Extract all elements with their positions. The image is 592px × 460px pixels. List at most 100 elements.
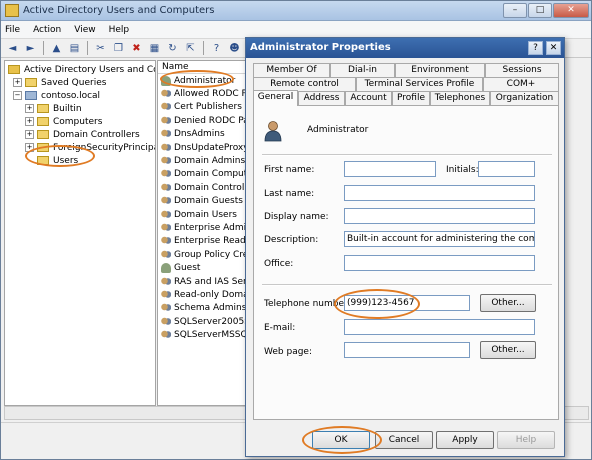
list-item[interactable]: Enterprise Admins (158, 221, 248, 234)
initials-field[interactable] (478, 161, 535, 177)
menu-view[interactable]: View (74, 25, 95, 35)
list-item-label: Cert Publishers (174, 102, 242, 113)
details-pane[interactable]: Name AdministratorAllowed RODC PasswCert… (157, 60, 249, 406)
office-field[interactable] (344, 255, 535, 271)
tree-item-label: Computers (53, 116, 103, 127)
expand-icon[interactable]: + (25, 130, 34, 139)
description-field[interactable]: Built-in account for administering the c… (344, 231, 535, 247)
display-name-field[interactable] (344, 208, 535, 224)
dialog-help-button[interactable]: ? (528, 41, 543, 55)
up-icon[interactable]: ▲ (49, 41, 64, 56)
list-item[interactable]: Domain Admins (158, 154, 248, 167)
list-item[interactable]: Domain Users (158, 208, 248, 221)
forward-icon[interactable]: ► (23, 41, 38, 56)
tab-member-of[interactable]: Member Of (253, 63, 330, 77)
export-icon[interactable]: ⇱ (183, 41, 198, 56)
list-item-label: Domain Controllers (174, 182, 248, 193)
delete-icon[interactable]: ✖ (129, 41, 144, 56)
cut-icon[interactable]: ✂ (93, 41, 108, 56)
minimize-button[interactable]: – (503, 3, 527, 18)
apply-button[interactable]: Apply (436, 431, 494, 449)
email-field[interactable] (344, 319, 535, 335)
menu-action[interactable]: Action (33, 25, 61, 35)
expand-icon[interactable]: + (25, 117, 34, 126)
tab-dial-in[interactable]: Dial-in (330, 63, 395, 77)
list-item[interactable]: Domain Guests (158, 195, 248, 208)
list-item[interactable]: Domain Controllers (158, 181, 248, 194)
list-item[interactable]: SQLServer2005SQL (158, 315, 248, 328)
maximize-button[interactable]: □ (528, 3, 552, 18)
tree-item-computers[interactable]: + Computers (25, 115, 102, 128)
user-icon (264, 121, 282, 142)
tab-organization[interactable]: Organization (490, 91, 559, 105)
group-icon (161, 156, 171, 167)
tab-environment[interactable]: Environment (395, 63, 485, 77)
collapse-icon[interactable]: − (13, 91, 22, 100)
back-icon[interactable]: ◄ (5, 41, 20, 56)
cancel-button[interactable]: Cancel (375, 431, 433, 449)
refresh-icon[interactable]: ↻ (165, 41, 180, 56)
group-icon (161, 303, 171, 314)
tree-item-label: Domain Controllers (53, 129, 140, 140)
tab-general[interactable]: General (253, 90, 298, 106)
list-item[interactable]: Group Policy Creato (158, 248, 248, 261)
first-name-field[interactable] (344, 161, 436, 177)
highlight-users (25, 145, 95, 167)
list-item[interactable]: Guest (158, 261, 248, 274)
help-icon[interactable]: ? (209, 41, 224, 56)
telephone-other-button[interactable]: Other... (480, 294, 536, 312)
aduc-app-icon (5, 4, 19, 17)
tab-terminal-services-profile[interactable]: Terminal Services Profile (356, 77, 483, 91)
tree-item-builtin[interactable]: + Builtin (25, 102, 82, 115)
group-icon (161, 102, 171, 113)
list-item-label: Allowed RODC Passw (174, 89, 248, 100)
close-button[interactable]: ✕ (553, 3, 589, 18)
list-item-label: Schema Admins (174, 303, 247, 314)
menu-help[interactable]: Help (109, 25, 130, 35)
list-item[interactable]: Denied RODC Passw (158, 114, 248, 127)
help-button[interactable]: Help (497, 431, 555, 449)
tab-sessions[interactable]: Sessions (485, 63, 559, 77)
properties-icon[interactable]: ▦ (147, 41, 162, 56)
webpage-other-button[interactable]: Other... (480, 341, 536, 359)
list-item[interactable]: Schema Admins (158, 302, 248, 315)
list-item[interactable]: Allowed RODC Passw (158, 87, 248, 100)
tree-item-domain-controllers[interactable]: + Domain Controllers (25, 128, 140, 141)
list-item[interactable]: Domain Computers (158, 168, 248, 181)
tree-item-saved-queries[interactable]: + Saved Queries (13, 76, 106, 89)
console-tree-icon[interactable]: ▤ (67, 41, 82, 56)
tab-remote-control[interactable]: Remote control (253, 77, 356, 91)
main-titlebar[interactable]: Active Directory Users and Computers – □… (1, 1, 591, 21)
dialog-close-button[interactable]: ✕ (546, 41, 561, 55)
list-item[interactable]: SQLServerMSSQLSe (158, 328, 248, 341)
list-item[interactable]: DnsUpdateProxy (158, 141, 248, 154)
list-item-label: DnsAdmins (174, 129, 225, 140)
group-icon (161, 89, 171, 100)
tab-address[interactable]: Address (298, 91, 345, 105)
copy-icon[interactable]: ❐ (111, 41, 126, 56)
tab-account[interactable]: Account (345, 91, 392, 105)
domain-icon (25, 91, 37, 100)
console-tree[interactable]: Active Directory Users and Comput + Save… (4, 60, 156, 406)
list-item[interactable]: Read-only Domain C (158, 288, 248, 301)
webpage-field[interactable] (344, 342, 470, 358)
list-item[interactable]: DnsAdmins (158, 128, 248, 141)
last-name-field[interactable] (344, 185, 535, 201)
email-label: E-mail: (264, 323, 296, 333)
list-item-label: Domain Computers (174, 169, 248, 180)
new-user-icon[interactable]: ☻ (227, 41, 242, 56)
tree-item-root[interactable]: Active Directory Users and Comput (8, 63, 155, 76)
tab-profile[interactable]: Profile (392, 91, 430, 105)
expand-icon[interactable]: + (13, 78, 22, 87)
dialog-titlebar[interactable]: Administrator Properties ? ✕ (246, 38, 564, 58)
tab-telephones[interactable]: Telephones (430, 91, 490, 105)
menu-file[interactable]: File (5, 25, 20, 35)
tree-item-domain[interactable]: − contoso.local (13, 89, 100, 102)
group-icon (161, 169, 171, 180)
list-item[interactable]: Cert Publishers (158, 101, 248, 114)
tree-item-label: Builtin (53, 103, 82, 114)
expand-icon[interactable]: + (25, 104, 34, 113)
list-item[interactable]: Enterprise Read-onl (158, 235, 248, 248)
tab-com-plus[interactable]: COM+ (483, 77, 559, 91)
list-item[interactable]: RAS and IAS Server (158, 275, 248, 288)
